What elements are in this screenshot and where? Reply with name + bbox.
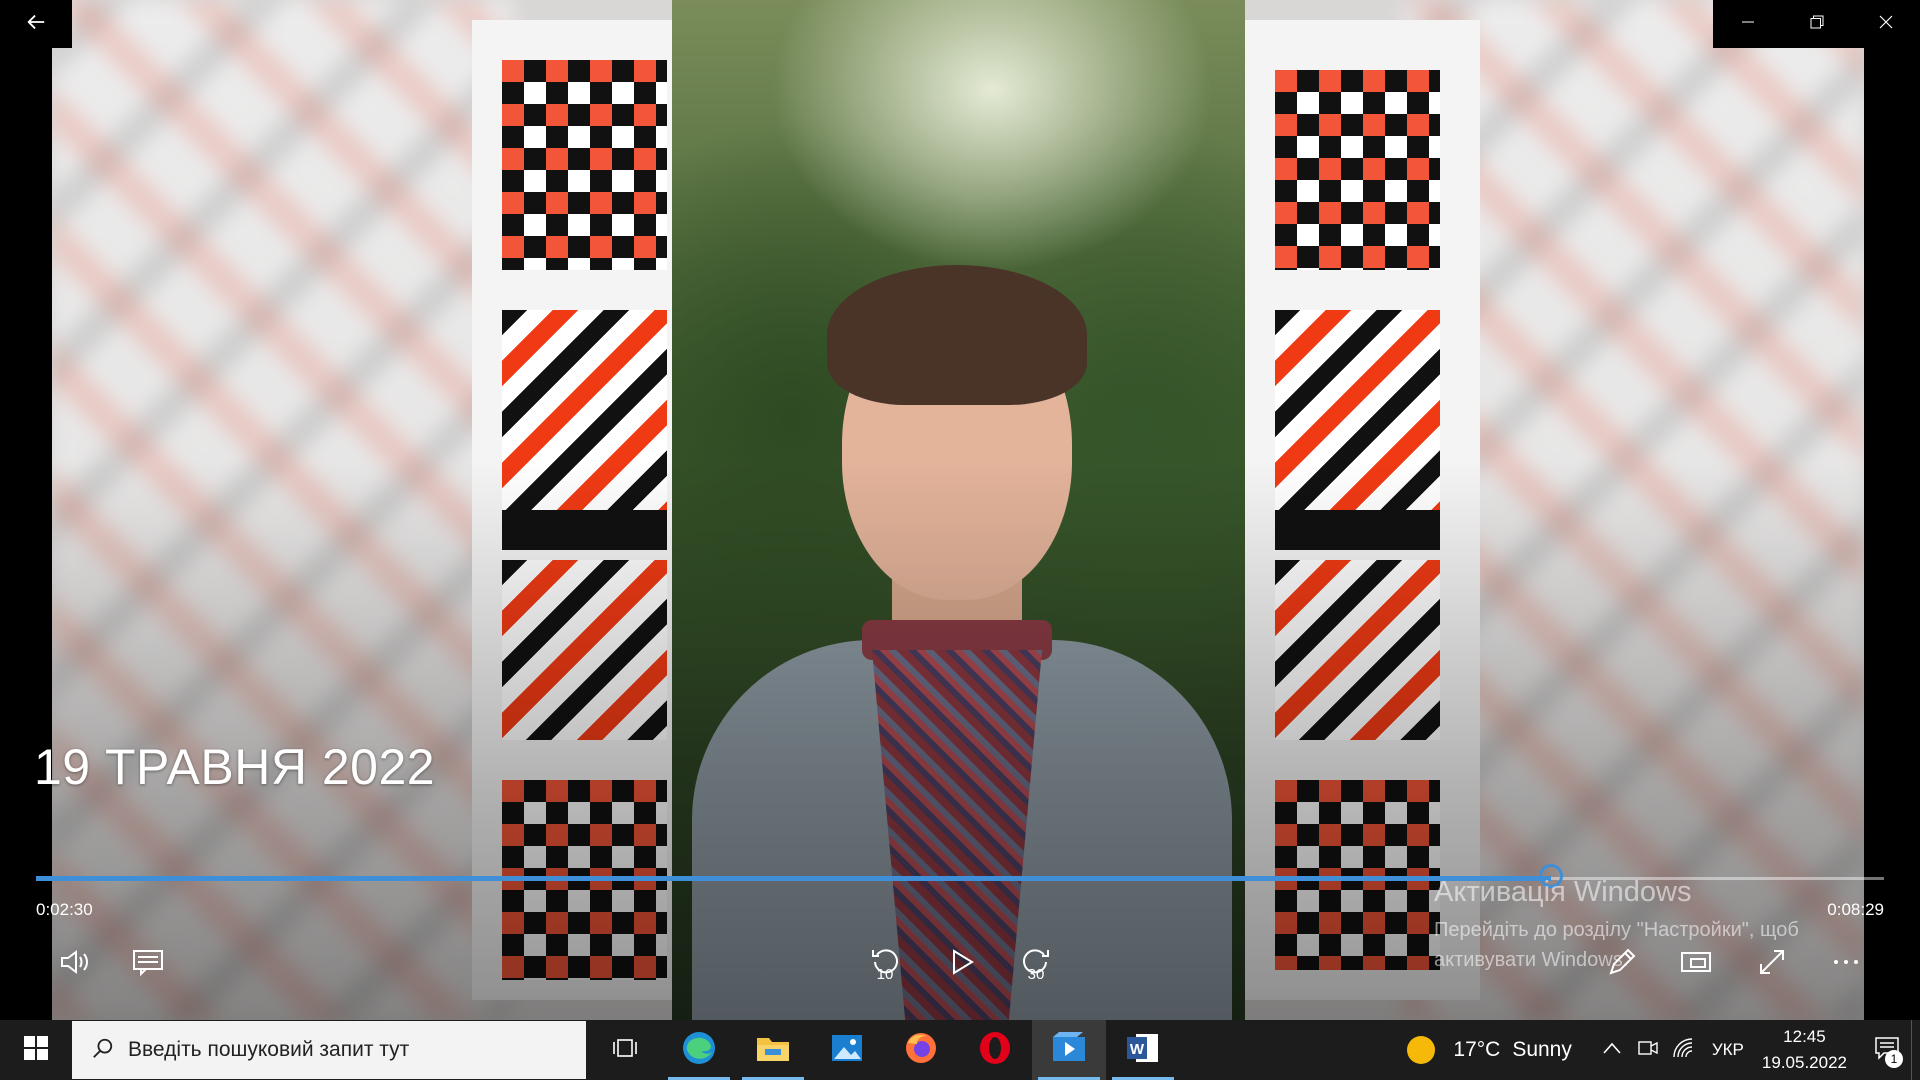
taskbar-app-word[interactable]: W	[1106, 1020, 1180, 1080]
play-button[interactable]	[937, 940, 985, 988]
current-time: 0:02:30	[36, 900, 93, 919]
restore-button[interactable]	[1782, 0, 1851, 48]
video-frame[interactable]	[52, 0, 1864, 1020]
firefox-icon	[904, 1031, 938, 1070]
taskbar-app-opera[interactable]	[958, 1020, 1032, 1080]
restore-icon	[1810, 15, 1824, 34]
clock-time: 12:45	[1783, 1027, 1826, 1046]
more-button[interactable]	[1822, 940, 1870, 988]
captions-icon	[131, 945, 165, 984]
wifi-icon	[1672, 1037, 1696, 1064]
play-icon	[944, 945, 978, 984]
total-time: 0:08:29	[1827, 900, 1884, 919]
taskbar-search-box[interactable]: Введіть пошуковий запит тут	[72, 1021, 586, 1079]
pencil-icon	[1605, 945, 1639, 984]
mini-view-button[interactable]	[1672, 940, 1720, 988]
show-desktop-button[interactable]	[1911, 1020, 1920, 1080]
taskbar-app-firefox[interactable]	[884, 1020, 958, 1080]
start-button[interactable]	[0, 1020, 72, 1080]
chevron-up-icon	[1603, 1041, 1621, 1059]
notifications-button[interactable]: 1	[1863, 1020, 1911, 1080]
activation-title: Активація Windows	[1434, 876, 1692, 908]
camera-icon	[1637, 1037, 1659, 1064]
search-icon	[92, 1037, 114, 1064]
clock-date: 19.05.2022	[1761, 1053, 1847, 1072]
taskbar-app-movies-tv[interactable]	[1032, 1020, 1106, 1080]
volume-icon	[57, 945, 91, 984]
more-icon	[1829, 945, 1863, 984]
arrow-left-icon	[25, 11, 47, 38]
edge-icon	[681, 1030, 717, 1071]
fullscreen-button[interactable]	[1748, 940, 1796, 988]
seek-progress	[36, 876, 1552, 881]
taskbar: Введіть пошуковий запит тут W 17°C Sunny…	[0, 1020, 1920, 1080]
opera-icon	[978, 1031, 1012, 1070]
skip-forward-label: 30	[1027, 966, 1045, 983]
task-view-button[interactable]	[588, 1020, 662, 1080]
taskbar-app-photos[interactable]	[810, 1020, 884, 1080]
meet-now-button[interactable]	[1630, 1020, 1666, 1080]
weather-temperature: 17°C	[1453, 1038, 1501, 1061]
back-button[interactable]	[0, 0, 72, 48]
notification-count: 1	[1885, 1050, 1903, 1068]
minimize-button[interactable]	[1713, 0, 1782, 48]
svg-text:W: W	[1130, 1041, 1145, 1058]
windows-logo-icon	[24, 1035, 48, 1065]
language-indicator[interactable]: УКР	[1712, 1040, 1744, 1060]
weather-widget[interactable]: 17°C Sunny	[1407, 1036, 1572, 1064]
weather-description: Sunny	[1512, 1038, 1572, 1061]
search-placeholder: Введіть пошуковий запит тут	[128, 1038, 410, 1061]
show-hidden-icons-button[interactable]	[1594, 1020, 1630, 1080]
close-icon	[1879, 15, 1893, 34]
sun-icon	[1407, 1036, 1436, 1064]
volume-button[interactable]	[50, 940, 98, 988]
taskbar-app-edge[interactable]	[662, 1020, 736, 1080]
system-tray: 17°C Sunny УКР 12:45 19.05.2022 1	[1407, 1020, 1920, 1080]
task-view-icon	[612, 1036, 638, 1065]
window-controls	[1713, 0, 1920, 48]
edit-button[interactable]	[1598, 940, 1646, 988]
network-button[interactable]	[1666, 1020, 1702, 1080]
clock[interactable]: 12:45 19.05.2022	[1762, 1024, 1847, 1076]
video-title: 19 ТРАВНЯ 2022	[34, 739, 436, 795]
minimize-icon	[1741, 15, 1755, 34]
close-button[interactable]	[1851, 0, 1920, 48]
word-icon: W	[1126, 1032, 1160, 1069]
folder-icon	[756, 1033, 790, 1068]
photos-icon	[831, 1032, 863, 1069]
fullscreen-icon	[1755, 945, 1789, 984]
movies-tv-icon	[1051, 1031, 1087, 1070]
skip-back-label: 10	[876, 966, 894, 983]
captions-button[interactable]	[124, 940, 172, 988]
skip-forward-button[interactable]: 30	[1012, 940, 1060, 988]
skip-back-button[interactable]: 10	[861, 940, 909, 988]
taskbar-app-file-explorer[interactable]	[736, 1020, 810, 1080]
mini-view-icon	[1679, 945, 1713, 984]
